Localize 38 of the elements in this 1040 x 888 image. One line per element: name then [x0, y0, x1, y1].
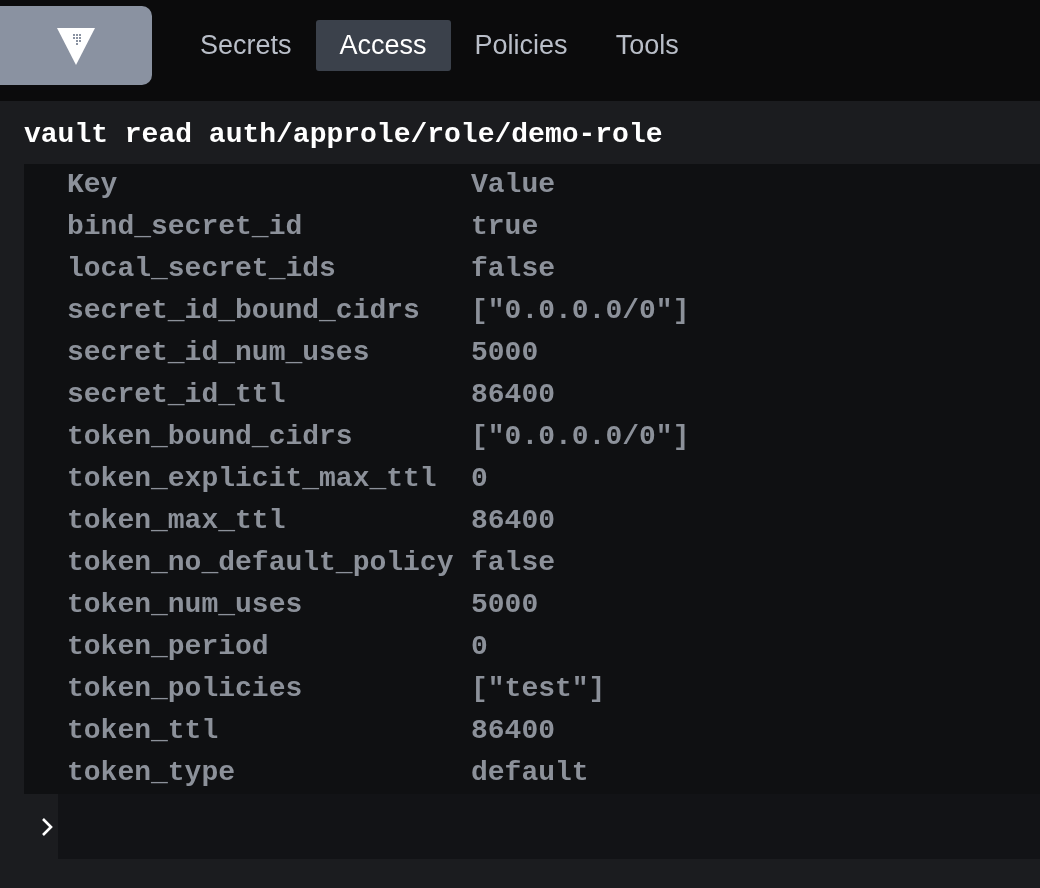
value-cell-text: 5000 [471, 588, 540, 622]
nav-tab[interactable]: Policies [450, 20, 592, 71]
key-cell-text: token_max_ttl [67, 504, 287, 538]
key-cell-text: secret_id_bound_cidrs [67, 294, 421, 328]
value-cell-text: false [471, 252, 556, 286]
key-cell-text: bind_secret_id [67, 210, 304, 244]
nav-tab[interactable]: Tools [591, 20, 703, 71]
key-cell-text: token_explicit_max_ttl [67, 462, 438, 496]
column-header: Key [67, 168, 119, 202]
value-cell-text: ["0.0.0.0/0"] [471, 420, 691, 454]
key-cell-text: secret_id_num_uses [67, 336, 371, 370]
key-cell-text: token_type [67, 756, 237, 790]
value-cell-text: false [471, 546, 556, 580]
nav-tab[interactable]: Secrets [176, 20, 316, 71]
key-cell-text: token_period [67, 630, 270, 664]
chevron-prompt-icon [41, 817, 53, 837]
value-cell-text: 0 [471, 462, 489, 496]
key-cell-text: token_num_uses [67, 588, 304, 622]
key-cell-text: secret_id_ttl [67, 378, 287, 412]
key-cell-text: token_ttl [67, 714, 220, 748]
value-cell-text: ["0.0.0.0/0"] [471, 294, 691, 328]
nav-tab[interactable]: Access [315, 20, 451, 71]
value-cell-text: 86400 [471, 504, 556, 538]
value-cell-text: 5000 [471, 336, 540, 370]
value-cell-text: 86400 [471, 378, 556, 412]
key-cell-text: token_no_default_policy [67, 546, 455, 580]
value-cell-text: true [471, 210, 540, 244]
key-cell-text: token_policies [67, 672, 304, 706]
key-cell-text: local_secret_ids [67, 252, 337, 286]
triangle-logo-icon [56, 25, 96, 66]
value-cell-text: default [471, 756, 590, 790]
value-cell-text: ["test"] [471, 672, 607, 706]
command-text: vault read auth/approle/role/demo-role [23, 118, 664, 152]
key-cell-text: token_bound_cidrs [67, 420, 354, 454]
column-header: Value [471, 168, 556, 202]
logo-tile[interactable] [0, 6, 152, 85]
value-cell-text: 0 [471, 630, 489, 664]
value-cell-text: 86400 [471, 714, 556, 748]
